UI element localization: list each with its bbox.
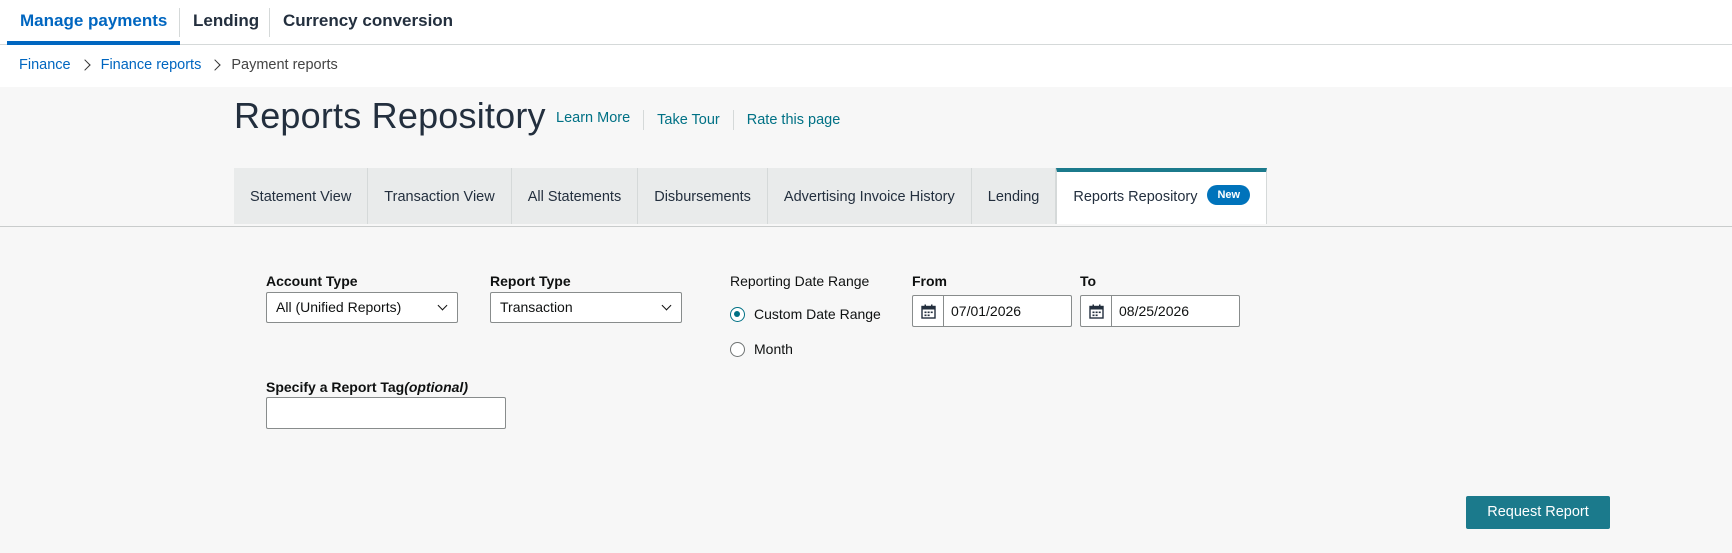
top-tab-lending[interactable]: Lending bbox=[180, 0, 272, 45]
calendar-icon[interactable] bbox=[913, 296, 944, 326]
link-divider bbox=[643, 110, 645, 130]
chevron-down-icon bbox=[661, 300, 672, 311]
report-tag-input[interactable] bbox=[266, 397, 506, 429]
report-tag-optional: (optional) bbox=[404, 379, 468, 395]
link-divider bbox=[732, 110, 734, 130]
request-report-button[interactable]: Request Report bbox=[1466, 496, 1610, 529]
to-date-value: 08/25/2026 bbox=[1119, 303, 1190, 319]
title-links: Learn More Take Tour Rate this page bbox=[556, 110, 840, 130]
report-tag-label-text: Specify a Report Tag bbox=[266, 379, 405, 395]
top-nav: Manage payments Lending Currency convers… bbox=[0, 0, 1732, 45]
tab-lending[interactable]: Lending bbox=[971, 168, 1057, 224]
tab-disbursements[interactable]: Disbursements bbox=[638, 168, 768, 224]
radio-unchecked-icon[interactable] bbox=[730, 341, 745, 357]
page-title: Reports Repository bbox=[234, 95, 546, 136]
date-range-label: Reporting Date Range bbox=[730, 273, 870, 289]
report-type-select[interactable]: Transaction bbox=[490, 292, 682, 323]
radio-month-label: Month bbox=[754, 341, 793, 357]
radio-custom-date-range[interactable]: Custom Date Range bbox=[730, 306, 881, 322]
breadcrumb-finance-reports[interactable]: Finance reports bbox=[101, 57, 202, 73]
radio-month[interactable]: Month bbox=[730, 341, 793, 357]
tab-reports-repository-label: Reports Repository bbox=[1073, 189, 1198, 205]
chevron-right-icon bbox=[209, 59, 222, 71]
chevron-down-icon bbox=[437, 300, 448, 311]
account-type-label: Account Type bbox=[266, 273, 358, 289]
account-type-value: All (Unified Reports) bbox=[276, 299, 402, 315]
report-type-value: Transaction bbox=[500, 299, 573, 315]
report-type-label: Report Type bbox=[490, 273, 571, 289]
breadcrumb: Finance Finance reports Payment reports bbox=[19, 54, 338, 76]
tab-statement-view[interactable]: Statement View bbox=[234, 168, 369, 224]
tab-advertising-invoice-history[interactable]: Advertising Invoice History bbox=[767, 168, 972, 224]
radio-custom-date-range-label: Custom Date Range bbox=[754, 306, 881, 322]
tab-transaction-view[interactable]: Transaction View bbox=[368, 168, 512, 224]
divider bbox=[0, 226, 1732, 227]
top-tab-manage-payments[interactable]: Manage payments bbox=[7, 0, 181, 45]
tab-reports-repository[interactable]: Reports Repository New bbox=[1056, 168, 1268, 224]
top-tab-currency-conversion[interactable]: Currency conversion bbox=[270, 0, 466, 45]
to-label: To bbox=[1080, 273, 1097, 289]
breadcrumb-finance[interactable]: Finance bbox=[19, 57, 71, 73]
breadcrumb-payment-reports: Payment reports bbox=[231, 57, 338, 73]
rate-this-page-link[interactable]: Rate this page bbox=[747, 112, 841, 128]
tab-all-statements[interactable]: All Statements bbox=[511, 168, 639, 224]
report-tabs: Statement View Transaction View All Stat… bbox=[234, 168, 1268, 224]
calendar-icon[interactable] bbox=[1081, 296, 1112, 326]
to-date-field[interactable]: 08/25/2026 bbox=[1080, 295, 1240, 327]
from-date-field[interactable]: 07/01/2026 bbox=[912, 295, 1072, 327]
account-type-select[interactable]: All (Unified Reports) bbox=[266, 292, 458, 323]
take-tour-link[interactable]: Take Tour bbox=[657, 112, 720, 128]
report-tag-label: Specify a Report Tag(optional) bbox=[266, 379, 468, 395]
from-label: From bbox=[912, 273, 947, 289]
new-badge: New bbox=[1207, 185, 1251, 206]
chevron-right-icon bbox=[78, 59, 91, 71]
learn-more-link[interactable]: Learn More bbox=[556, 110, 630, 126]
from-date-value: 07/01/2026 bbox=[951, 303, 1022, 319]
radio-checked-icon[interactable] bbox=[730, 306, 745, 322]
